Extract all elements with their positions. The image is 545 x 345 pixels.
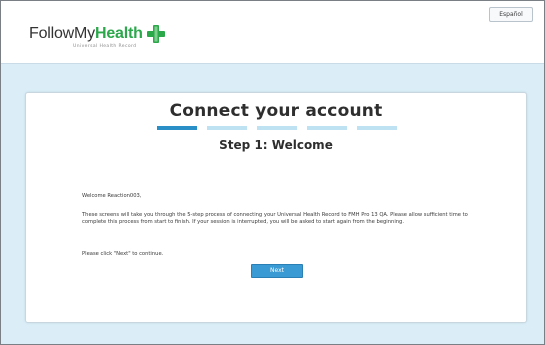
language-toggle-button[interactable]: Español xyxy=(489,7,533,22)
logo-tagline: Universal Health Record xyxy=(73,44,137,49)
header: Español FollowMyHealth Universal Health … xyxy=(1,1,544,64)
logo-text-follow: FollowMy xyxy=(29,25,95,42)
connect-account-card: Connect your account Step 1: Welcome Wel… xyxy=(25,92,527,323)
step-title: Step 1: Welcome xyxy=(219,138,333,152)
next-button[interactable]: Next xyxy=(251,264,303,278)
page-title: Connect your account xyxy=(169,101,383,121)
welcome-text: Welcome Reaction003, xyxy=(82,193,142,199)
logo-text-health: Health xyxy=(94,25,143,42)
app-frame: Español FollowMyHealth Universal Health … xyxy=(0,0,545,345)
logo-wordmark: FollowMyHealth xyxy=(29,25,143,43)
progress-step-2 xyxy=(207,126,247,130)
medical-cross-icon xyxy=(147,25,165,43)
progress-step-4 xyxy=(307,126,347,130)
progress-step-5 xyxy=(357,126,397,130)
continue-instruction: Please click "Next" to continue. xyxy=(82,251,164,257)
instructions-paragraph: These screens will take you through the … xyxy=(82,212,468,226)
progress-step-1 xyxy=(157,126,197,130)
step-progress-bar xyxy=(157,126,397,130)
progress-step-3 xyxy=(257,126,297,130)
followmyhealth-logo[interactable]: FollowMyHealth Universal Health Record xyxy=(29,25,165,55)
